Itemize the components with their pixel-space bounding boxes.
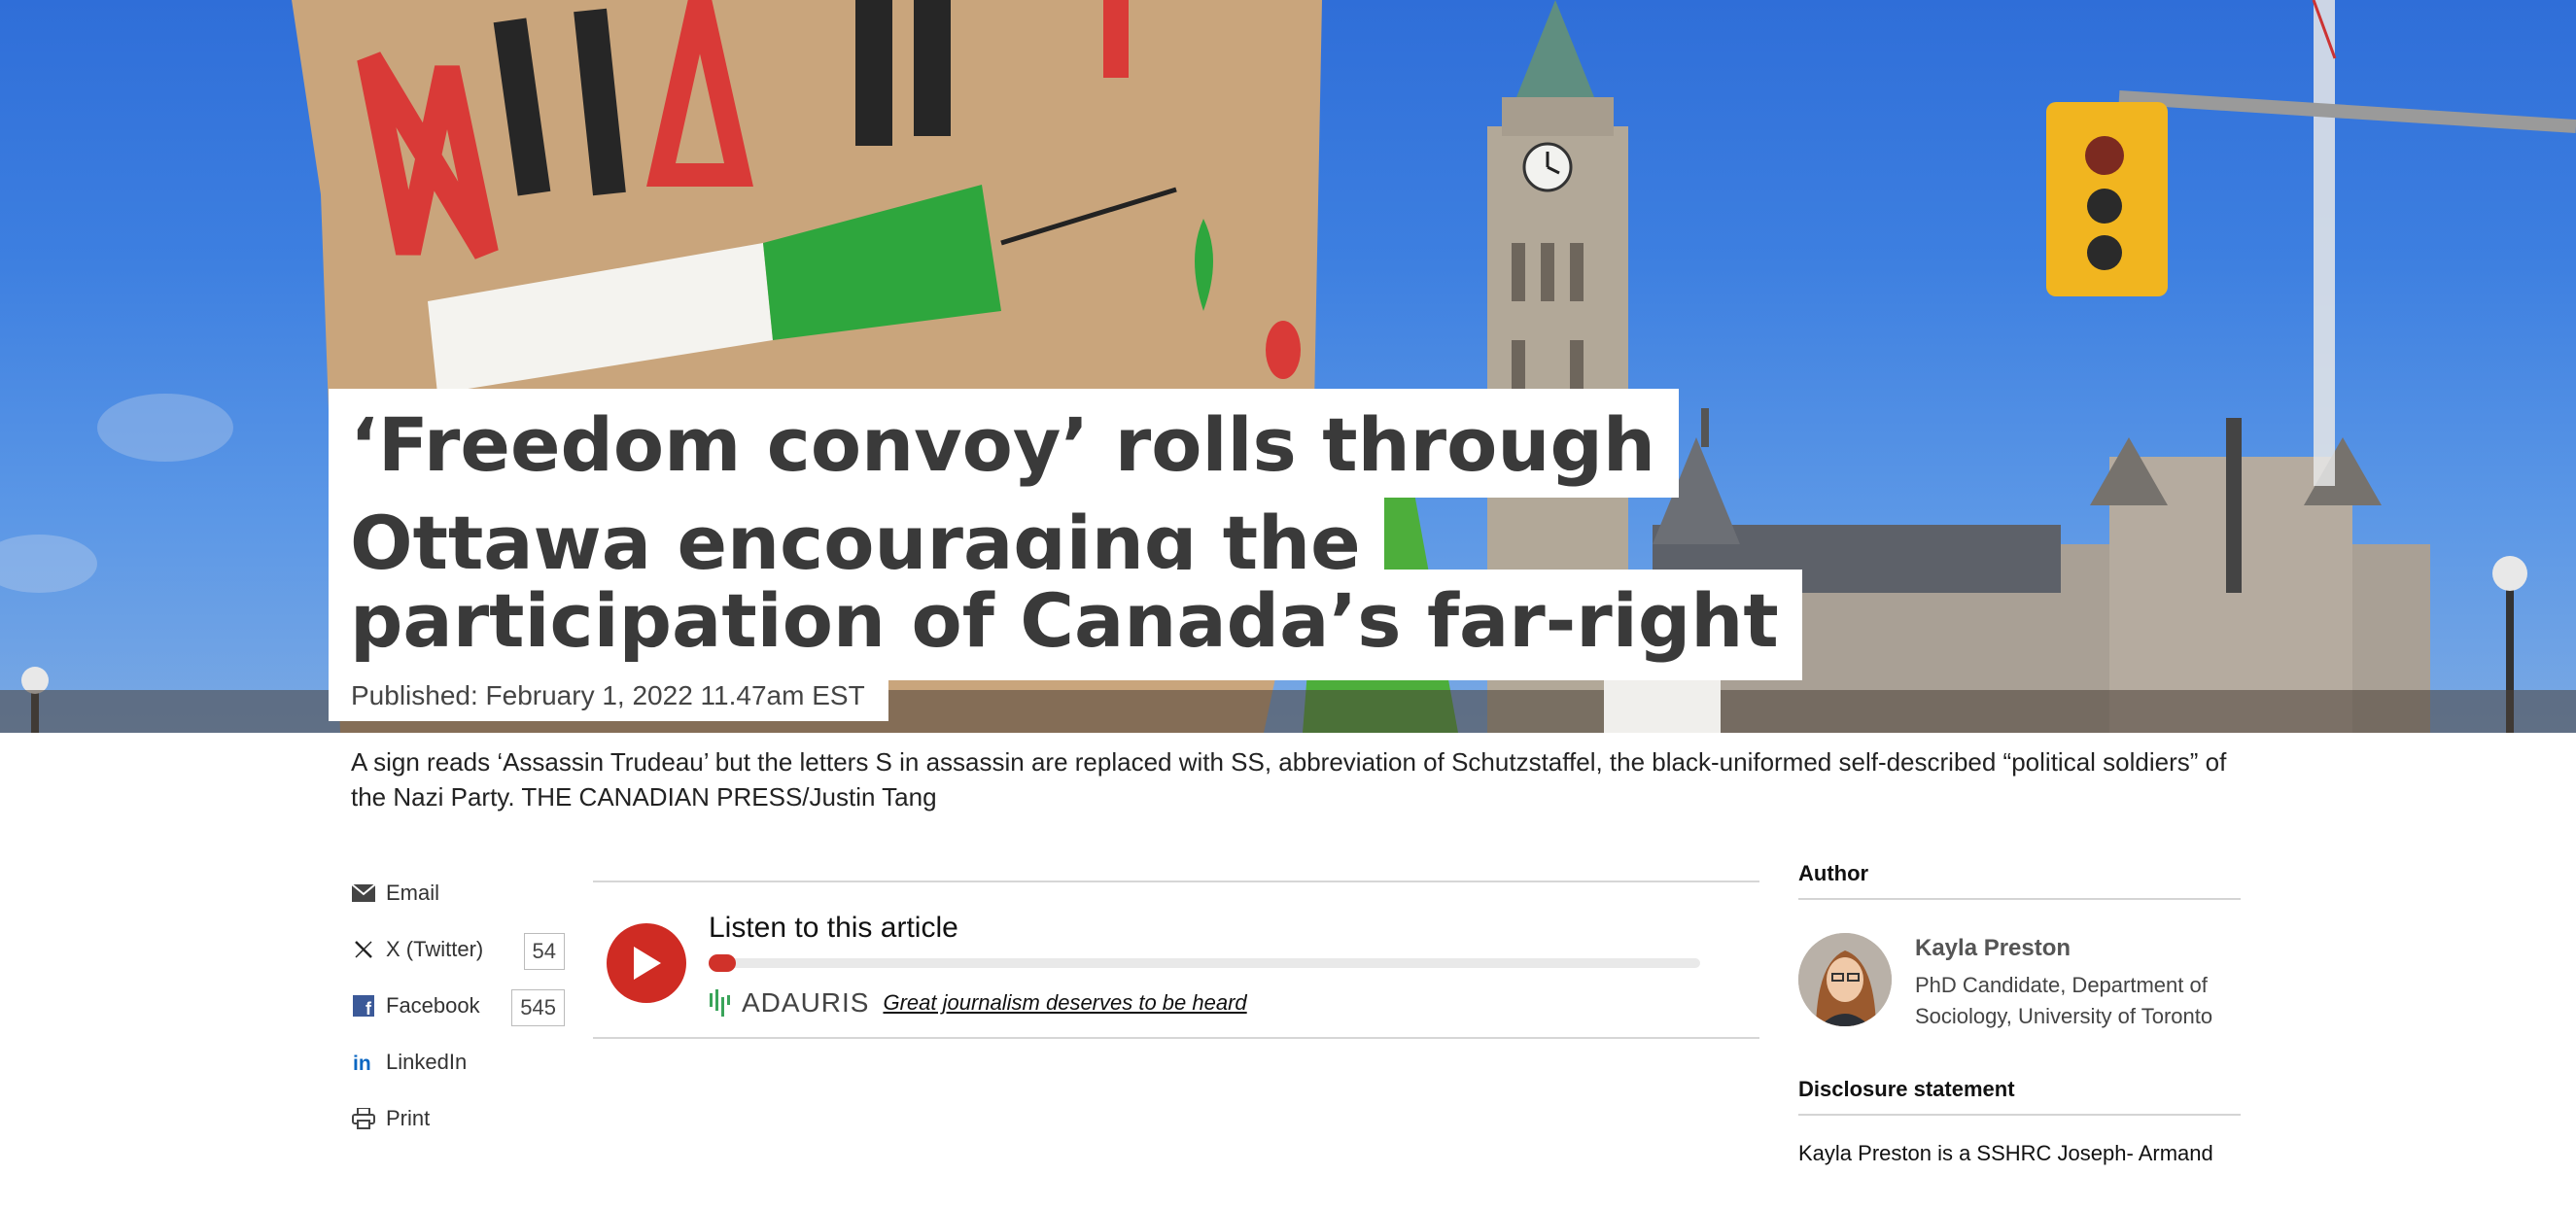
linkedin-icon: in <box>351 1050 376 1075</box>
facebook-share-count: 545 <box>511 989 565 1026</box>
share-facebook-label: Facebook <box>386 993 480 1018</box>
adauris-tagline-link[interactable]: Great journalism deserves to be heard <box>883 990 1246 1016</box>
disclosure-text: Kayla Preston is a SSHRC Joseph- Armand <box>1798 1141 2213 1165</box>
play-icon <box>634 947 661 980</box>
headline-line-3: participation of Canada’s far-right <box>329 570 1802 680</box>
image-caption: A sign reads ‘Assassin Trudeau’ but the … <box>351 747 2227 812</box>
author-heading: Author <box>1798 861 2241 900</box>
share-facebook-button[interactable]: f Facebook 545 <box>351 978 565 1034</box>
facebook-icon: f <box>351 993 376 1019</box>
share-twitter-button[interactable]: X (Twitter) 54 <box>351 921 565 978</box>
audio-progress-fill <box>709 954 736 972</box>
hero-image: ‘Freedom convoy’ rolls through Ottawa en… <box>0 0 2576 733</box>
play-button[interactable] <box>607 923 686 1003</box>
author-name[interactable]: Kayla Preston <box>1915 935 2071 962</box>
print-button[interactable]: Print <box>351 1090 565 1147</box>
printer-icon <box>351 1106 376 1131</box>
print-label: Print <box>386 1106 431 1130</box>
envelope-icon <box>351 881 376 906</box>
avatar[interactable] <box>1798 933 1892 1026</box>
listen-title: Listen to this article <box>709 912 958 944</box>
adauris-logo-icon <box>710 989 730 1017</box>
article-sidebar: Author Kayla Preston PhD Candidate, Depa… <box>1798 861 2241 1166</box>
adauris-name: ADAURIS <box>742 987 870 1018</box>
x-icon <box>351 937 376 962</box>
author-role: PhD Candidate, Department of Sociology, … <box>1915 973 2213 1028</box>
share-linkedin-button[interactable]: in LinkedIn <box>351 1034 565 1090</box>
share-email-button[interactable]: Email <box>351 865 565 921</box>
audio-player: Listen to this article ADAURIS Great jou… <box>593 881 1759 1039</box>
adauris-brand: ADAURIS Great journalism deserves to be … <box>709 987 1247 1019</box>
published-date: Published: February 1, 2022 11.47am EST <box>329 671 888 721</box>
disclosure-heading: Disclosure statement <box>1798 1077 2241 1116</box>
headline-line-1: ‘Freedom convoy’ rolls through <box>329 389 1679 498</box>
twitter-share-count: 54 <box>523 933 565 970</box>
share-linkedin-label: LinkedIn <box>386 1050 468 1074</box>
disclosure-section: Disclosure statement Kayla Preston is a … <box>1798 1077 2241 1166</box>
share-email-label: Email <box>386 881 440 905</box>
share-list: Email X (Twitter) 54 f Facebook 545 in L… <box>351 865 565 1147</box>
audio-progress-bar[interactable] <box>709 954 1700 972</box>
share-twitter-label: X (Twitter) <box>386 937 484 961</box>
author-card: Kayla Preston PhD Candidate, Department … <box>1798 933 2241 1069</box>
svg-text:f: f <box>366 999 372 1017</box>
svg-text:in: in <box>353 1053 371 1073</box>
